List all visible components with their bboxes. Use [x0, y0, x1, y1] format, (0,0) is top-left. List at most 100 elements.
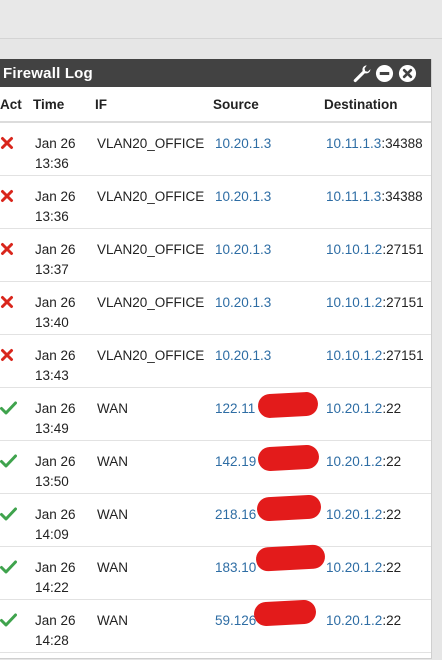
block-x-icon[interactable]: [0, 295, 33, 315]
destination-cell: 10.10.1.2:27151: [324, 228, 431, 282]
destination-ip-link[interactable]: 10.20.1.2: [326, 401, 382, 416]
time-cell: Jan 26 13:43: [33, 334, 95, 388]
block-x-icon[interactable]: [0, 242, 33, 262]
source-ip-link[interactable]: 10.20.1.3: [215, 295, 271, 310]
destination-ip-link[interactable]: 10.10.1.2: [326, 295, 382, 310]
log-date: Jan 26: [35, 400, 76, 416]
source-ip-link[interactable]: 10.20.1.3: [215, 242, 271, 257]
pass-check-icon[interactable]: [0, 560, 33, 580]
destination-port: :22: [382, 506, 402, 522]
interface-cell: WAN: [95, 387, 213, 441]
destination-ip-link[interactable]: 10.11.1.3: [326, 136, 381, 151]
destination-cell: 10.20.1.2:22: [324, 493, 431, 547]
destination-cell: 10.20.1.2:22: [324, 546, 431, 600]
destination-ip-link[interactable]: 10.20.1.2: [326, 613, 382, 628]
log-time: 13:37: [35, 261, 69, 277]
destination-ip-link[interactable]: 10.11.1.3: [326, 189, 381, 204]
redaction-mark: [255, 544, 326, 572]
wrench-icon[interactable]: [352, 64, 371, 83]
log-date: Jan 26: [35, 136, 76, 151]
redaction-mark: [253, 599, 317, 627]
firewall-log-panel: Firewall Log Act Time IF Source Destinat…: [0, 59, 432, 659]
destination-ip-link[interactable]: 10.20.1.2: [326, 507, 382, 522]
interface-cell: WAN: [95, 599, 213, 653]
panel-title: Firewall Log: [3, 64, 93, 82]
interface-cell: VLAN20_OFFICE: [95, 228, 213, 282]
time-cell: Jan 26 14:22: [33, 546, 95, 600]
destination-cell: 10.10.1.2:27151: [324, 281, 431, 335]
destination-ip-link[interactable]: 10.20.1.2: [326, 560, 382, 575]
interface-cell: WAN: [95, 493, 213, 547]
source-ip-link[interactable]: 59.126: [215, 613, 256, 628]
source-ip-link[interactable]: 183.10: [215, 560, 256, 575]
source-ip-link[interactable]: 10.20.1.3: [215, 136, 271, 151]
log-date: Jan 26: [35, 294, 76, 310]
close-circle-icon[interactable]: [398, 64, 417, 83]
source-cell: 10.20.1.3: [213, 281, 324, 335]
panel-tools: [352, 64, 417, 83]
destination-port: :27151: [382, 347, 424, 363]
time-cell: Jan 26 13:36: [33, 122, 95, 176]
destination-cell: 10.11.1.3:34388: [324, 175, 431, 229]
redaction-mark: [257, 391, 319, 419]
log-date: Jan 26: [35, 347, 76, 363]
pass-check-icon[interactable]: [0, 613, 33, 633]
interface-cell: VLAN20_OFFICE: [95, 175, 213, 229]
source-cell: 10.20.1.3: [213, 122, 324, 176]
source-ip-link[interactable]: 142.19: [215, 454, 256, 469]
destination-ip-link[interactable]: 10.20.1.2: [326, 454, 382, 469]
table-row: Jan 26 13:50 WAN 142.19 10.20.1.2:22: [0, 440, 431, 494]
log-time: 14:09: [35, 526, 69, 542]
pass-check-icon[interactable]: [0, 454, 33, 474]
source-cell: 10.20.1.3: [213, 175, 324, 229]
interface-cell: VLAN20_OFFICE: [95, 122, 213, 176]
destination-cell: 10.20.1.2:22: [324, 440, 431, 494]
block-x-icon[interactable]: [0, 348, 33, 368]
log-date: Jan 26: [35, 612, 76, 628]
source-cell: 10.20.1.3: [213, 334, 324, 388]
interface-cell: VLAN20_OFFICE: [95, 334, 213, 388]
log-time: 13:49: [35, 420, 69, 436]
minus-circle-icon[interactable]: [375, 64, 394, 83]
log-time: 13:36: [35, 156, 69, 171]
redaction-mark: [256, 494, 322, 522]
column-header-source: Source: [213, 87, 324, 123]
destination-port: :22: [382, 612, 402, 628]
time-cell: Jan 26 13:37: [33, 228, 95, 282]
top-bar: [0, 0, 442, 39]
source-ip-link[interactable]: 218.16: [215, 507, 256, 522]
table-row: Jan 26 13:36 VLAN20_OFFICE 10.20.1.3 10.11.1…: [0, 175, 431, 229]
table-row: Jan 26 14:22 WAN 183.10 10.20.1.2:22: [0, 546, 431, 600]
time-cell: Jan 26 13:49: [33, 387, 95, 441]
pass-check-icon[interactable]: [0, 507, 33, 527]
time-cell: Jan 26 14:09: [33, 493, 95, 547]
log-time: 13:36: [35, 208, 69, 224]
destination-cell: 10.10.1.2:27151: [324, 334, 431, 388]
source-ip-link[interactable]: 122.11: [215, 401, 255, 416]
table-row: Jan 26 13:36 VLAN20_OFFICE 10.20.1.3 10.11.1…: [0, 122, 431, 176]
panel-header: Firewall Log: [0, 59, 431, 87]
table-row: Jan 26 13:37 VLAN20_OFFICE 10.20.1.3 10.10.1…: [0, 228, 431, 282]
log-time: 14:28: [35, 632, 69, 648]
destination-port: :34388: [381, 136, 423, 151]
destination-ip-link[interactable]: 10.10.1.2: [326, 348, 382, 363]
destination-port: :22: [382, 400, 402, 416]
source-ip-link[interactable]: 10.20.1.3: [215, 348, 271, 363]
column-header-time: Time: [33, 87, 95, 123]
time-cell: Jan 26 13:40: [33, 281, 95, 335]
source-ip-link[interactable]: 10.20.1.3: [215, 189, 271, 204]
pass-check-icon[interactable]: [0, 401, 33, 421]
log-date: Jan 26: [35, 506, 76, 522]
table-header-row: Act Time IF Source Destination: [0, 87, 431, 123]
destination-port: :34388: [381, 188, 423, 204]
destination-cell: 10.11.1.3:34388: [324, 122, 431, 176]
block-x-icon[interactable]: [0, 136, 33, 156]
table-row: Jan 26 14:09 WAN 218.16 10.20.1.2:22: [0, 493, 431, 547]
source-cell: 10.20.1.3: [213, 228, 324, 282]
log-date: Jan 26: [35, 241, 76, 257]
destination-ip-link[interactable]: 10.10.1.2: [326, 242, 382, 257]
column-header-act: Act: [0, 87, 33, 123]
table-row: Jan 26 13:43 VLAN20_OFFICE 10.20.1.3 10.10.1…: [0, 334, 431, 388]
interface-cell: WAN: [95, 440, 213, 494]
block-x-icon[interactable]: [0, 189, 33, 209]
